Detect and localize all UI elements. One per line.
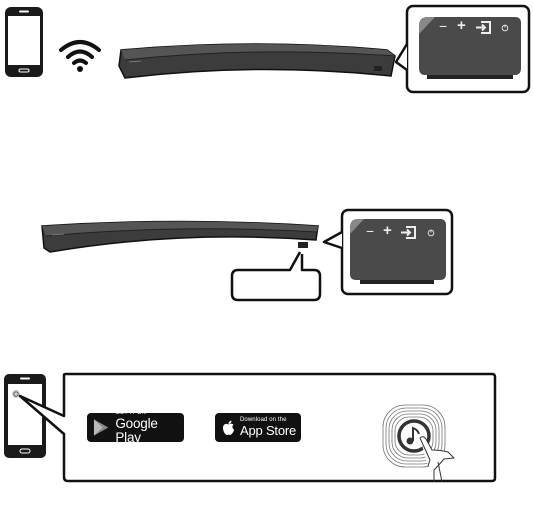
source-icon [475, 21, 491, 34]
apple-icon [223, 420, 234, 435]
port-callout-box [228, 250, 324, 302]
power-icon [427, 229, 435, 237]
wifi-icon [58, 38, 102, 72]
volume-up-button: + [383, 222, 392, 239]
step1-control-panel-callout: − + [395, 4, 531, 94]
volume-down-button: − [366, 223, 375, 239]
volume-down-button: − [439, 18, 448, 34]
callout-label [236, 274, 316, 296]
app-store-badge[interactable]: Download on the App Store [215, 413, 301, 442]
step2-control-panel-callout: − + [320, 208, 456, 298]
google-play-icon [93, 419, 109, 436]
step1-soundbar [117, 40, 397, 82]
step1-phone-icon [4, 6, 44, 78]
google-play-big-text: Google Play [115, 416, 158, 445]
source-icon [400, 226, 416, 239]
music-app-icon[interactable] [378, 404, 473, 484]
power-icon [501, 24, 509, 32]
app-store-big-text: App Store [240, 423, 297, 438]
volume-up-button: + [457, 17, 466, 34]
google-play-badge[interactable]: GET IT ON Google Play [87, 410, 184, 445]
